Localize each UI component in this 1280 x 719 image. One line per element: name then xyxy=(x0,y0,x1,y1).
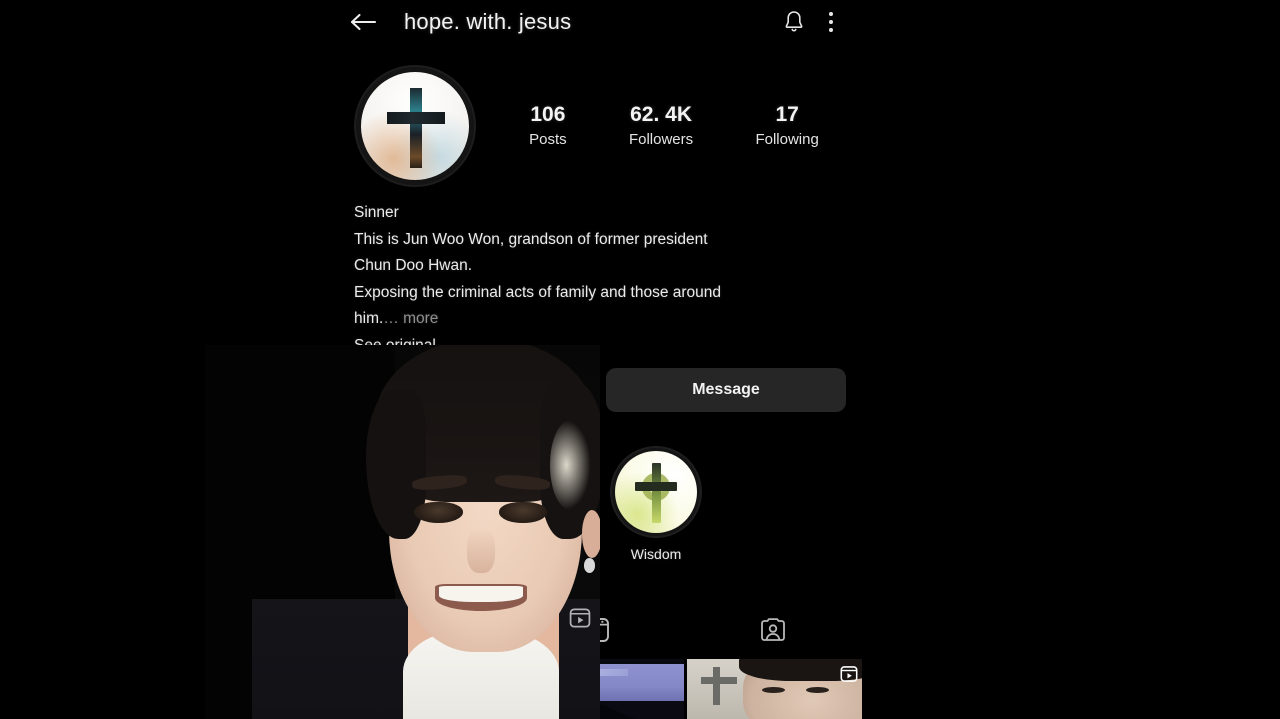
stat-following[interactable]: 17 Following xyxy=(755,102,818,149)
reels-badge-icon xyxy=(569,608,591,628)
three-dot-menu-icon[interactable] xyxy=(814,5,848,39)
cross-vertical-bar xyxy=(652,463,661,523)
cross-horizontal-bar xyxy=(635,482,677,491)
profile-header: hope. with. jesus xyxy=(330,0,862,44)
profile-username: hope. with. jesus xyxy=(404,9,572,34)
bio-line: Chun Doo Hwan. xyxy=(354,257,473,274)
following-count: 17 xyxy=(775,103,799,127)
overlay-person-photo xyxy=(205,345,600,719)
cross-vertical-bar xyxy=(712,667,720,705)
bio-more-link[interactable]: … more xyxy=(383,310,438,327)
reels-badge-icon xyxy=(840,666,858,682)
stat-followers[interactable]: 62. 4K Followers xyxy=(629,102,693,149)
bio-line: This is Jun Woo Won, grandson of former … xyxy=(354,230,708,248)
posts-label: Posts xyxy=(529,130,567,148)
overlay-teeth xyxy=(438,585,523,603)
overlay-eye xyxy=(499,502,548,524)
profile-stats-row: 106 Posts 62. 4K Followers 17 Following xyxy=(330,64,862,188)
overlay-earring xyxy=(583,558,596,574)
message-button[interactable]: Message xyxy=(606,368,846,412)
thumbnail-eye xyxy=(805,686,829,693)
overlay-highlight-glow xyxy=(549,419,591,510)
highlight-cover xyxy=(615,451,697,533)
bio-line: Sinner xyxy=(354,204,399,221)
bio-line-last: him.… more xyxy=(354,306,846,333)
followers-count: 62. 4K xyxy=(630,103,692,127)
overlay-eye xyxy=(414,502,463,524)
posts-count: 106 xyxy=(530,103,566,127)
stats-group: 106 Posts 62. 4K Followers 17 Following xyxy=(474,102,862,149)
avatar[interactable] xyxy=(356,67,474,185)
menu-dot xyxy=(829,28,833,32)
followers-label: Followers xyxy=(628,130,694,148)
overlay-nose xyxy=(467,528,495,574)
stat-posts[interactable]: 106 Posts xyxy=(529,102,567,149)
highlight-label: Wisdom xyxy=(630,546,682,562)
menu-dot xyxy=(829,12,833,16)
cross-horizontal-bar xyxy=(700,677,738,684)
tab-tagged[interactable] xyxy=(685,600,862,660)
back-arrow-icon[interactable] xyxy=(344,7,382,37)
bio-line-text: him. xyxy=(354,310,384,327)
thumbnail-eye xyxy=(762,686,785,693)
cross-horizontal-bar xyxy=(387,112,445,124)
cross-vertical-bar xyxy=(410,88,422,168)
overlay-mouth xyxy=(435,584,527,611)
tagged-person-icon xyxy=(761,618,786,641)
post-thumbnail-3[interactable] xyxy=(686,659,862,719)
cross-avatar-image xyxy=(361,72,469,180)
overlay-person xyxy=(251,345,600,719)
menu-dot xyxy=(829,20,833,24)
bio-line: Exposing the criminal acts of family and… xyxy=(354,283,722,301)
screenshot-root: hope. with. jesus 106 Posts 62. 4K Follo… xyxy=(0,0,1280,719)
following-label: Following xyxy=(755,130,819,148)
bell-icon[interactable] xyxy=(774,5,814,39)
highlight-ring xyxy=(612,448,700,536)
story-highlight-wisdom[interactable]: Wisdom xyxy=(600,448,712,562)
overlay-ear xyxy=(581,509,600,559)
profile-bio: Sinner This is Jun Woo Won, grandson of … xyxy=(354,200,846,359)
